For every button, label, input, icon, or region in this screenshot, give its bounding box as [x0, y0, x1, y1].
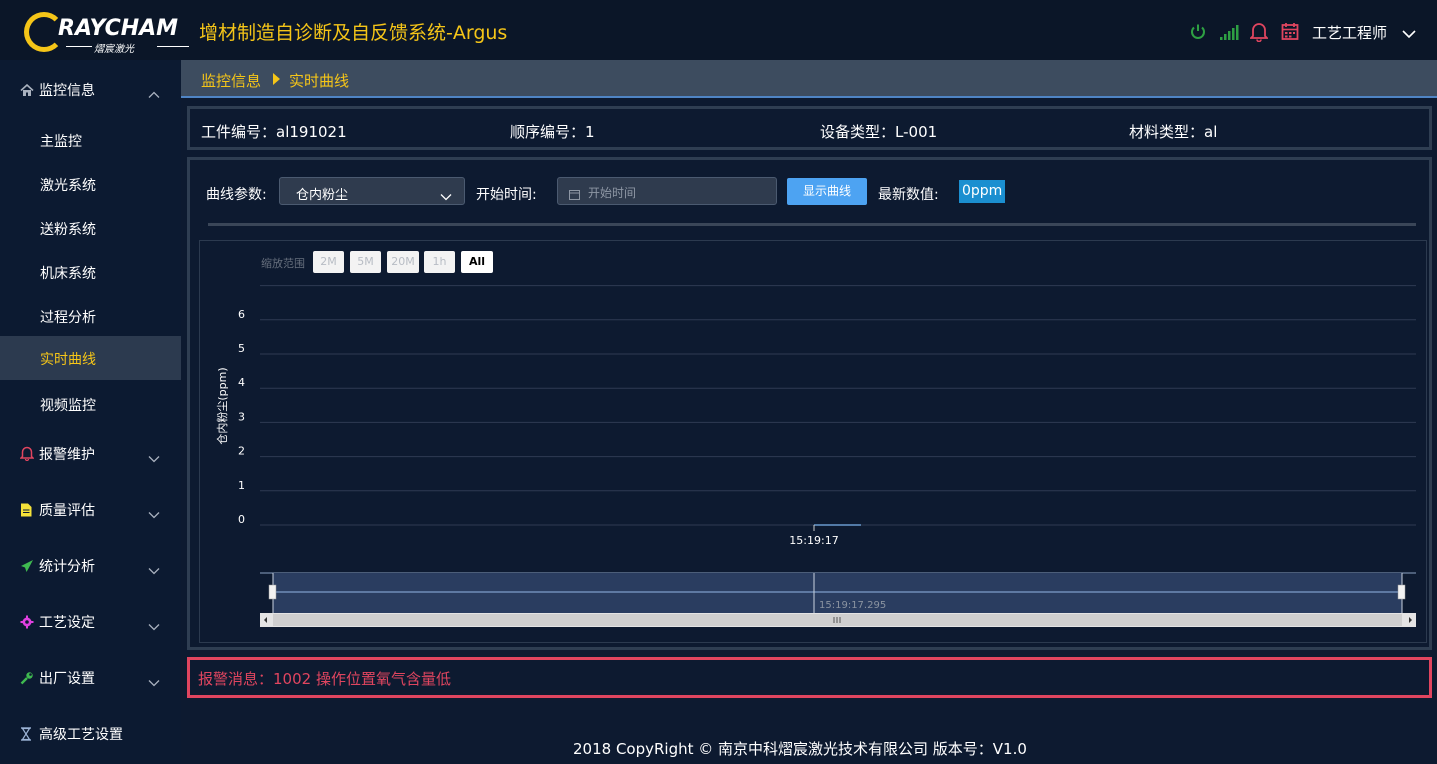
chevron-down-icon [148, 560, 160, 579]
gear-icon [20, 614, 34, 629]
param-label: 曲线参数: [206, 187, 267, 203]
start-time-input[interactable]: 开始时间 [557, 177, 777, 205]
x-tick-label: 15:19:17 [789, 534, 838, 547]
calendar-icon [569, 185, 580, 204]
footer-copyright: 2018 CopyRight © 南京中科熠宸激光技术有限公司 版本号：V1.0 [573, 740, 1027, 758]
y-tick-label: 0 [238, 513, 245, 526]
divider [208, 223, 1416, 226]
sidebar-item-process-analysis[interactable]: 过程分析 [0, 294, 181, 338]
navigator-right-handle[interactable] [1397, 584, 1406, 600]
show-curve-button[interactable]: 显示曲线 [787, 178, 867, 205]
chevron-down-icon [148, 672, 160, 691]
workpiece-info-bar: 工件编号：al191021 顺序编号：1 设备类型：L-001 材料类型：al [187, 106, 1432, 150]
paper-plane-icon [20, 558, 34, 572]
sidebar-group-alarm[interactable]: 报警维护 [0, 424, 181, 480]
sidebar-group-process-settings[interactable]: 工艺设定 [0, 592, 181, 648]
sidebar-item-powder-feed[interactable]: 送粉系统 [0, 206, 181, 250]
sidebar-group-monitoring[interactable]: 监控信息 [0, 60, 181, 116]
chevron-down-icon [148, 504, 160, 523]
y-tick-label: 3 [238, 410, 245, 423]
chevron-down-icon [148, 616, 160, 635]
sidebar: 监控信息 主监控 激光系统 送粉系统 机床系统 过程分析 实时曲线 视频监控 报… [0, 60, 181, 764]
chevron-down-icon [440, 186, 452, 205]
caret-right-icon [273, 73, 280, 85]
y-axis-label: 仓内粉尘(ppm) [215, 367, 229, 444]
chart-svg: 0 1 2 3 4 5 6 15:19:17 仓内粉尘(ppm) 15:19:17.295 [215, 285, 1416, 627]
breadcrumb-parent[interactable]: 监控信息 [201, 70, 261, 91]
calendar-icon[interactable] [1281, 22, 1301, 42]
power-icon[interactable] [1189, 23, 1209, 43]
sidebar-item-main-monitor[interactable]: 主监控 [0, 118, 181, 162]
chevron-up-icon [148, 84, 160, 103]
sidebar-item-realtime-curve[interactable]: 实时曲线 [0, 336, 181, 380]
sequence-field: 顺序编号：1 [510, 123, 595, 141]
breadcrumb-current: 实时曲线 [289, 72, 350, 90]
sidebar-group-quality[interactable]: 质量评估 [0, 480, 181, 536]
app-title: 增材制造自诊断及自反馈系统-Argus [199, 22, 508, 44]
alarm-message: 报警消息：1002 操作位置氧气含量低 [198, 670, 451, 688]
signal-icon[interactable] [1219, 23, 1239, 43]
bell-icon [19, 446, 35, 462]
sidebar-item-machine[interactable]: 机床系统 [0, 250, 181, 294]
chevron-down-icon [148, 448, 160, 467]
param-select[interactable]: 仓内粉尘 [279, 177, 465, 205]
chevron-down-icon[interactable] [1402, 24, 1416, 43]
home-icon [20, 82, 34, 96]
y-tick-label: 4 [238, 376, 245, 389]
sidebar-group-advanced-process[interactable]: 高级工艺设置 [0, 704, 181, 760]
wrench-icon [20, 670, 34, 685]
start-time-label: 开始时间: [476, 187, 537, 203]
y-tick-label: 5 [238, 342, 245, 355]
hourglass-icon [20, 726, 34, 741]
sidebar-item-laser[interactable]: 激光系统 [0, 162, 181, 206]
sidebar-group-factory-settings[interactable]: 出厂设置 [0, 648, 181, 704]
navigator-left-handle[interactable] [268, 584, 277, 600]
chart-container: 缩放范围 2M 5M 20M 1h All 0123456 15:19:17 仓… [199, 240, 1427, 643]
sidebar-group-label: 监控信息 [39, 83, 95, 99]
navigator-time-label: 15:19:17.295 [819, 600, 886, 611]
sidebar-item-video[interactable]: 视频监控 [0, 382, 181, 426]
y-tick-label: 6 [238, 308, 245, 321]
raycham-logo: RAYCHAM 熠宸激光 [22, 10, 194, 55]
bell-icon[interactable] [1248, 22, 1270, 43]
curve-panel: 曲线参数: 仓内粉尘 开始时间: 开始时间 显示曲线 最新数值: 0ppm 缩放… [187, 157, 1432, 650]
breadcrumb: 监控信息 实时曲线 [181, 60, 1437, 98]
document-icon [20, 502, 34, 517]
alarm-message-box: 报警消息：1002 操作位置氧气含量低 [187, 657, 1432, 698]
material-type-field: 材料类型：al [1129, 123, 1218, 141]
sidebar-group-statistics[interactable]: 统计分析 [0, 536, 181, 592]
user-menu[interactable]: 工艺工程师 [1312, 22, 1387, 43]
latest-value-badge: 0ppm [959, 180, 1006, 203]
workpiece-field: 工件编号：al191021 [201, 123, 347, 141]
y-tick-label: 1 [238, 479, 245, 492]
y-tick-label: 2 [238, 445, 245, 458]
device-type-field: 设备类型：L-001 [820, 123, 938, 141]
top-bar: RAYCHAM 熠宸激光 增材制造自诊断及自反馈系统-Argus 工艺工程师 [0, 0, 1437, 60]
latest-value-label: 最新数值: [878, 187, 939, 203]
